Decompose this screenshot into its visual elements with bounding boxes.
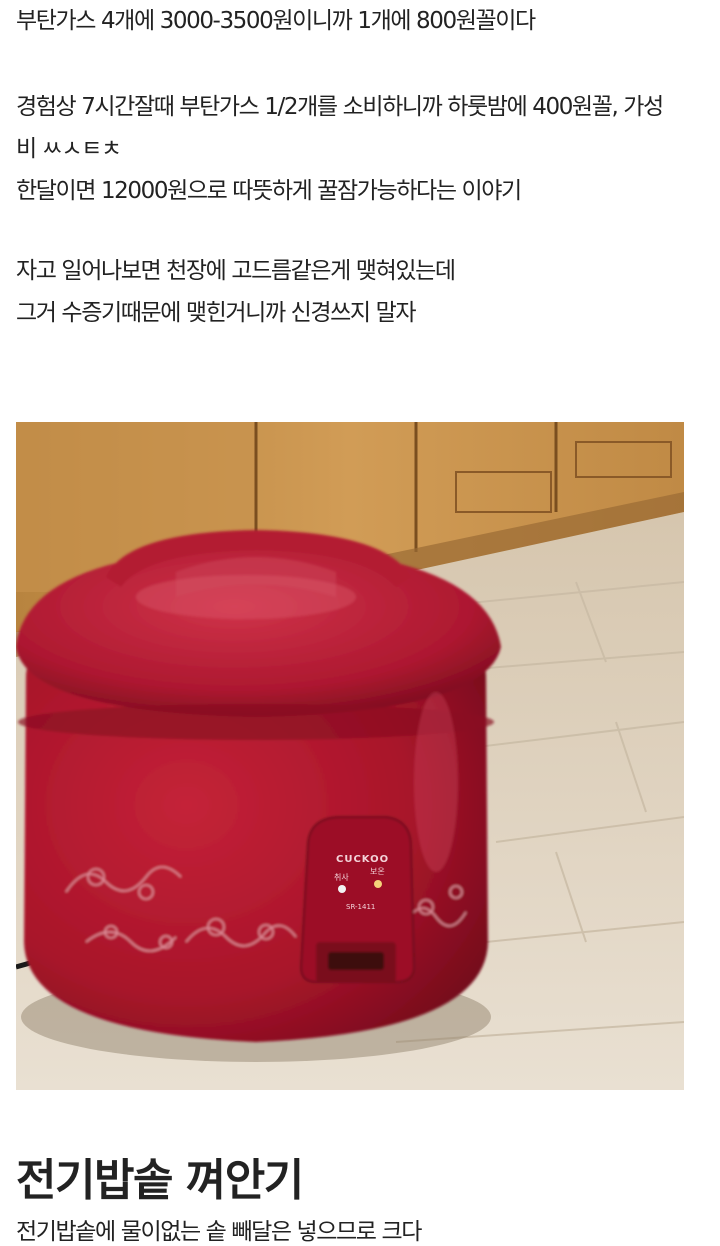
text-line: 자고 일어나보면 천장에 고드름같은게 맺혀있는데 [16, 258, 456, 284]
warm-label: 보온 [370, 867, 385, 876]
text-line: 비 ㅆㅅㅌㅊ [16, 136, 122, 162]
cook-indicator-icon [338, 885, 346, 893]
paragraph-2: 경험상 7시간잘때 부탄가스 1/2개를 소비하니까 하룻밤에 400원꼴, 가… [16, 86, 704, 212]
model-label: SR-1411 [346, 903, 375, 911]
warm-indicator-icon [374, 880, 382, 888]
cutoff-text-line: 전기밥솥에 물이없는 솥 빼달은 넣으므로 크다 [16, 1219, 422, 1245]
text-line: 그거 수증기때문에 맺힌거니까 신경쓰지 말자 [16, 300, 416, 326]
text-line: 경험상 7시간잘때 부탄가스 1/2개를 소비하니까 하룻밤에 400원꼴, 가… [16, 94, 664, 120]
paragraph-3: 자고 일어나보면 천장에 고드름같은게 맺혀있는데 그거 수증기때문에 맺힌거니… [16, 250, 704, 334]
brand-label: CUCKOO [336, 854, 389, 865]
text-line: 한달이면 12000원으로 따뜻하게 꿀잠가능하다는 이야기 [16, 178, 522, 204]
paragraph-1: 부탄가스 4개에 3000-3500원이니까 1개에 800원꼴이다 [16, 0, 704, 42]
section-heading: 전기밥솥 껴안기 [16, 1155, 304, 1206]
cook-label: 취사 [334, 873, 349, 882]
text-line: 부탄가스 4개에 3000-3500원이니까 1개에 800원꼴이다 [16, 8, 536, 34]
rice-cooker-photo: CUCKOO 취사 보온 SR-1411 [16, 422, 684, 1090]
